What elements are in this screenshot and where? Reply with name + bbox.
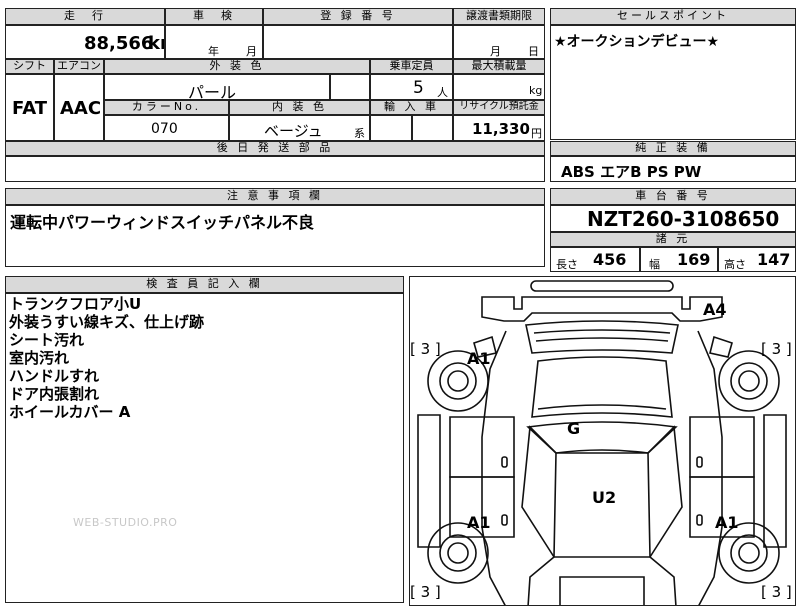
mileage-unit: km [148,33,164,54]
registration-header: 登 録 番 号 [263,8,453,25]
parts-cell [5,156,545,182]
chassis-number: NZT260-3108650 [587,207,780,231]
capacity-header: 乗車定員 [370,59,453,74]
inspector-list: トランクフロア小U 外装うすい線キズ、仕上げ跡 シート汚れ 室内汚れ ハンドルす… [9,295,204,421]
sales-point-text: ★オークションデビュー★ [554,34,720,50]
length-label: 長さ [556,258,578,271]
sales-point-cell: ★オークションデビュー★ [550,25,796,140]
exterior-color-extra-cell [330,74,370,100]
inspection-month-label: 月 [246,45,257,58]
chassis-header: 車 台 番 号 [550,188,796,205]
watermark: WEB-STUDIO.PRO [73,516,178,529]
recycle-cell: 11,330 円 [453,115,545,141]
tire-bracket-rear-left: [ 3 ] [410,583,441,601]
width-value: 169 [677,250,711,269]
inspector-line: トランクフロア小U [9,295,142,313]
max-load-cell: kg [453,74,545,100]
mileage-header: 走 行 [5,8,165,25]
inspector-cell: トランクフロア小U 外装うすい線キズ、仕上げ跡 シート汚れ 室内汚れ ハンドルす… [5,293,404,603]
sales-point-header: セールスポイント [550,8,796,25]
inspection-header: 車 検 [165,8,263,25]
color-no-header: カラーNo. [104,100,229,115]
interior-color-value: ベージュ [264,122,323,140]
dims-width-cell: 幅 169 [640,247,718,272]
transfer-deadline-cell: 月 日 [453,25,545,59]
capacity-value: 5 [413,78,424,98]
color-no-value: 070 [151,121,178,137]
inspection-cell: 年 月 [165,25,263,59]
transfer-day-label: 日 [528,45,539,58]
inspector-line: 室内汚れ [9,349,70,367]
tire-bracket-front-left: [ 3 ] [410,340,441,358]
recycle-fee-unit: 円 [531,127,542,140]
length-value: 456 [593,250,627,269]
mileage-cell: 88,566 km [5,25,165,59]
interior-color-cell: ベージュ 系 [229,115,370,141]
shift-header: シフト [5,59,54,74]
max-load-header: 最大積載量 [453,59,545,74]
tire-bracket-front-right: [ 3 ] [761,340,792,358]
registration-cell [263,25,453,59]
exterior-color-header: 外 装 色 [104,59,370,74]
max-load-unit: kg [529,84,543,97]
aircon-header: エアコン [54,59,104,74]
equipment-cell: ABS エアB PS PW [550,156,796,182]
parts-header: 後 日 発 送 部 品 [5,141,545,156]
car-diagram-panel: A4 A1 G U2 A1 A1 [ 3 ] [ 3 ] [ 3 ] [ 3 ] [409,276,796,606]
import-cell-2 [412,115,453,141]
inspector-line: 外装うすい線キズ、仕上げ跡 [9,313,205,331]
transfer-month-label: 月 [490,45,501,58]
interior-color-suffix: 系 [354,127,365,140]
inspector-header: 検 査 員 記 入 欄 [5,276,404,293]
damage-mark-u2: U2 [592,488,617,507]
capacity-unit: 人 [437,86,448,99]
height-value: 147 [757,250,791,269]
inspector-line: ホイールカバー A [9,403,131,421]
aircon-cell: AAC [54,74,104,141]
notes-text: 運転中パワーウィンドスイッチパネル不良 [10,213,315,232]
equipment-header: 純 正 装 備 [550,141,796,156]
recycle-fee-value: 11,330 [472,120,530,138]
interior-color-header: 内 装 色 [229,100,370,115]
aircon-value: AAC [60,98,102,119]
inspector-line: ハンドルすれ [9,367,100,385]
damage-mark-a1-front: A1 [467,349,491,368]
dims-height-cell: 高さ 147 [718,247,796,272]
inspection-year-label: 年 [208,45,219,58]
car-diagram [417,280,787,605]
import-header: 輸 入 車 [370,100,453,115]
damage-mark-a1-rear-right: A1 [715,513,739,532]
recycle-header: リサイクル預託金 [453,100,545,115]
exterior-color-value: パール [188,83,237,100]
notes-cell: 運転中パワーウィンドスイッチパネル不良 [5,205,545,267]
exterior-color-cell: パール [104,74,330,100]
dims-length-cell: 長さ 456 [550,247,640,272]
chassis-cell: NZT260-3108650 [550,205,796,232]
color-no-cell: 070 [104,115,229,141]
capacity-cell: 5 人 [370,74,453,100]
width-label: 幅 [649,258,660,271]
damage-mark-a4: A4 [703,300,727,319]
dims-header: 諸 元 [550,232,796,247]
shift-cell: FAT [5,74,54,141]
damage-mark-g: G [567,419,581,438]
inspector-line: シート汚れ [9,331,85,349]
tire-bracket-rear-right: [ 3 ] [761,583,792,601]
inspector-line: ドア内張割れ [9,385,100,403]
transfer-deadline-header: 譲渡書類期限 [453,8,545,25]
shift-value: FAT [12,98,48,119]
damage-mark-a1-rear-left: A1 [467,513,491,532]
notes-header: 注 意 事 項 欄 [5,188,545,205]
import-cell-1 [370,115,412,141]
mileage-value: 88,566 [84,33,154,54]
height-label: 高さ [724,258,746,271]
equipment-text: ABS エアB PS PW [561,163,702,181]
